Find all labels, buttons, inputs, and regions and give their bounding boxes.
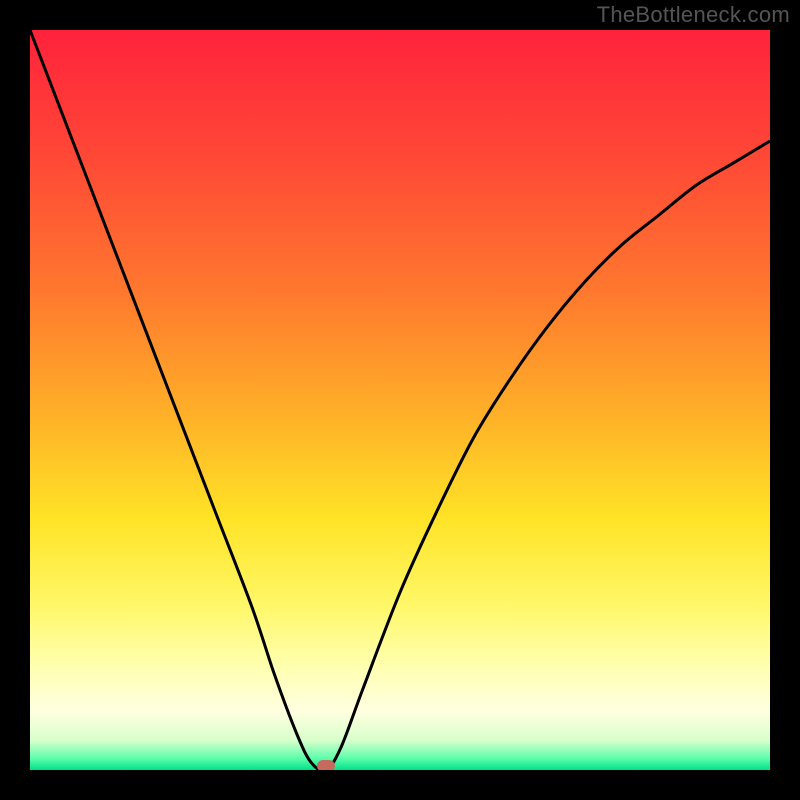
chart-svg <box>30 30 770 770</box>
optimal-marker <box>317 760 335 770</box>
plot-area <box>30 30 770 770</box>
chart-frame: TheBottleneck.com <box>0 0 800 800</box>
watermark-text: TheBottleneck.com <box>597 2 790 28</box>
chart-background <box>30 30 770 770</box>
